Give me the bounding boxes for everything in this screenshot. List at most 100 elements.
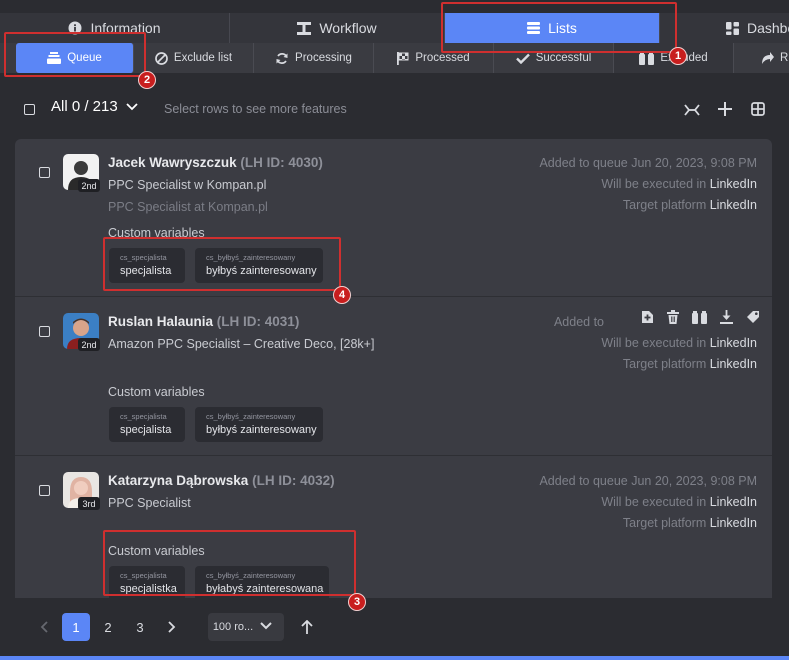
row-actions [632, 310, 760, 324]
workflow-icon [297, 21, 312, 35]
contact-company: PPC Specialist at Kompan.pl [108, 200, 268, 214]
target-platform-value: LinkedIn [709, 357, 757, 371]
executed-in: Will be executed in LinkedIn [601, 495, 757, 509]
columns-icon[interactable] [751, 102, 765, 121]
contact-headline: Amazon PPC Specialist – Creative Deco, [… [108, 337, 375, 351]
target-prefix: Target platform [622, 357, 707, 371]
executed-prefix: Will be executed in [601, 495, 707, 509]
page-button-2[interactable]: 2 [94, 613, 122, 641]
connection-degree-badge: 2nd [78, 338, 100, 351]
target-platform-value: LinkedIn [709, 198, 757, 212]
executed-platform: LinkedIn [709, 336, 757, 350]
tab-label: Workflow [319, 20, 377, 36]
tab-workflow[interactable]: Workflow [230, 13, 445, 43]
variable-key: cs_byłbyś_zainteresowany [206, 412, 296, 421]
contact-name[interactable]: Ruslan Halaunia (LH ID: 4031) [108, 314, 299, 329]
row-checkbox[interactable] [39, 326, 50, 337]
executed-in: Will be executed in LinkedIn [601, 177, 757, 191]
subtab-label: Processed [415, 52, 470, 64]
variable-key: cs_specjalista [120, 412, 167, 421]
annotation-badge-4: 4 [333, 286, 351, 304]
subtab-exclude-list[interactable]: Exclude list [134, 43, 254, 73]
contact-name-text: Jacek Wawryszczuk [108, 155, 237, 170]
target-platform: Target platform LinkedIn [623, 516, 757, 530]
reply-icon [760, 51, 774, 65]
contact-name-text: Ruslan Halaunia [108, 314, 214, 329]
subtab-label: R [780, 52, 789, 64]
executed-prefix: Will be executed in [601, 336, 707, 350]
selection-hint: Select rows to see more features [164, 102, 347, 116]
subtab-label: Exclude list [173, 52, 233, 64]
lh-id: (LH ID: 4032) [252, 473, 335, 488]
table-row[interactable]: 2nd Ruslan Halaunia (LH ID: 4031) Amazon… [15, 298, 772, 456]
exclude-icon[interactable] [692, 310, 707, 324]
lh-id: (LH ID: 4031) [216, 314, 300, 329]
sync-icon [275, 52, 289, 65]
page-button-1[interactable]: 1 [62, 613, 90, 641]
added-to-queue: Added to [553, 315, 604, 329]
connection-degree-badge: 2nd [78, 179, 100, 192]
subtab-processing[interactable]: Processing [254, 43, 374, 73]
custom-variable-chip: cs_byłbyś_zainteresowany byłbyś zaintere… [195, 407, 323, 442]
target-prefix: Target platform [622, 516, 707, 530]
exclude-icon [639, 51, 655, 65]
target-platform: Target platform LinkedIn [623, 198, 757, 212]
target-prefix: Target platform [622, 198, 707, 212]
add-icon[interactable] [640, 310, 654, 324]
contact-name[interactable]: Jacek Wawryszczuk (LH ID: 4030) [108, 155, 323, 170]
executed-in: Will be executed in LinkedIn [601, 336, 757, 350]
target-platform-value: LinkedIn [709, 516, 757, 530]
rows-per-page-select[interactable]: 100 ro... [208, 613, 284, 641]
custom-variables-title: Custom variables [108, 385, 205, 399]
chevron-down-icon [260, 622, 272, 630]
bottom-accent-bar [0, 656, 789, 660]
executed-prefix: Will be executed in [601, 177, 707, 191]
custom-variable-chip: cs_specjalista specjalista [109, 407, 185, 442]
annotation-box-2 [4, 32, 146, 77]
annotation-box-3 [103, 530, 356, 596]
tab-label: Dashbo [747, 20, 789, 36]
dashboard-icon [726, 21, 739, 35]
pagination: 1 2 3 100 ro... [15, 598, 772, 656]
added-to-queue: Added to queue Jun 20, 2023, 9:08 PM [539, 156, 757, 170]
target-platform: Target platform LinkedIn [623, 357, 757, 371]
next-page-button[interactable] [158, 613, 186, 641]
row-checkbox[interactable] [39, 485, 50, 496]
executed-platform: LinkedIn [709, 495, 757, 509]
subtab-label: Successful [535, 52, 592, 64]
block-icon [155, 51, 168, 65]
annotation-box-4 [103, 237, 341, 291]
executed-platform: LinkedIn [709, 177, 757, 191]
download-icon[interactable] [720, 310, 733, 324]
variable-value: byłbyś zainteresowany [206, 424, 317, 436]
chevron-down-icon [126, 103, 138, 111]
annotation-badge-3: 3 [348, 593, 366, 611]
collapse-icon[interactable] [684, 103, 700, 121]
rows-per-page-value: 100 ro... [212, 621, 254, 633]
list-toolbar: All 0 / 213 Select rows to see more feat… [0, 96, 789, 124]
tag-icon[interactable] [746, 310, 760, 324]
page-button-3[interactable]: 3 [126, 613, 154, 641]
flag-icon [397, 51, 409, 65]
variable-value: specjalista [120, 424, 172, 436]
trash-icon[interactable] [667, 310, 679, 324]
select-all-checkbox[interactable] [24, 104, 35, 115]
contact-headline: PPC Specialist [108, 496, 191, 510]
connection-degree-badge: 3rd [78, 497, 100, 510]
selection-counter[interactable]: All 0 / 213 [51, 98, 138, 115]
contact-name[interactable]: Katarzyna Dąbrowska (LH ID: 4032) [108, 473, 335, 488]
contact-headline: PPC Specialist w Kompan.pl [108, 178, 267, 192]
add-icon[interactable] [718, 102, 732, 121]
annotation-badge-2: 2 [138, 71, 156, 89]
tab-dashboard[interactable]: Dashbo [660, 13, 789, 43]
subtab-label: Processing [295, 52, 352, 64]
lh-id: (LH ID: 4030) [240, 155, 323, 170]
added-to-queue: Added to queue Jun 20, 2023, 9:08 PM [539, 474, 757, 488]
check-icon [515, 53, 530, 64]
prev-page-button[interactable] [30, 613, 58, 641]
scroll-top-button[interactable] [293, 613, 321, 641]
row-checkbox[interactable] [39, 167, 50, 178]
contact-name-text: Katarzyna Dąbrowska [108, 473, 249, 488]
selection-label: All 0 / 213 [51, 98, 118, 115]
subtab-replied[interactable]: R [734, 43, 789, 73]
